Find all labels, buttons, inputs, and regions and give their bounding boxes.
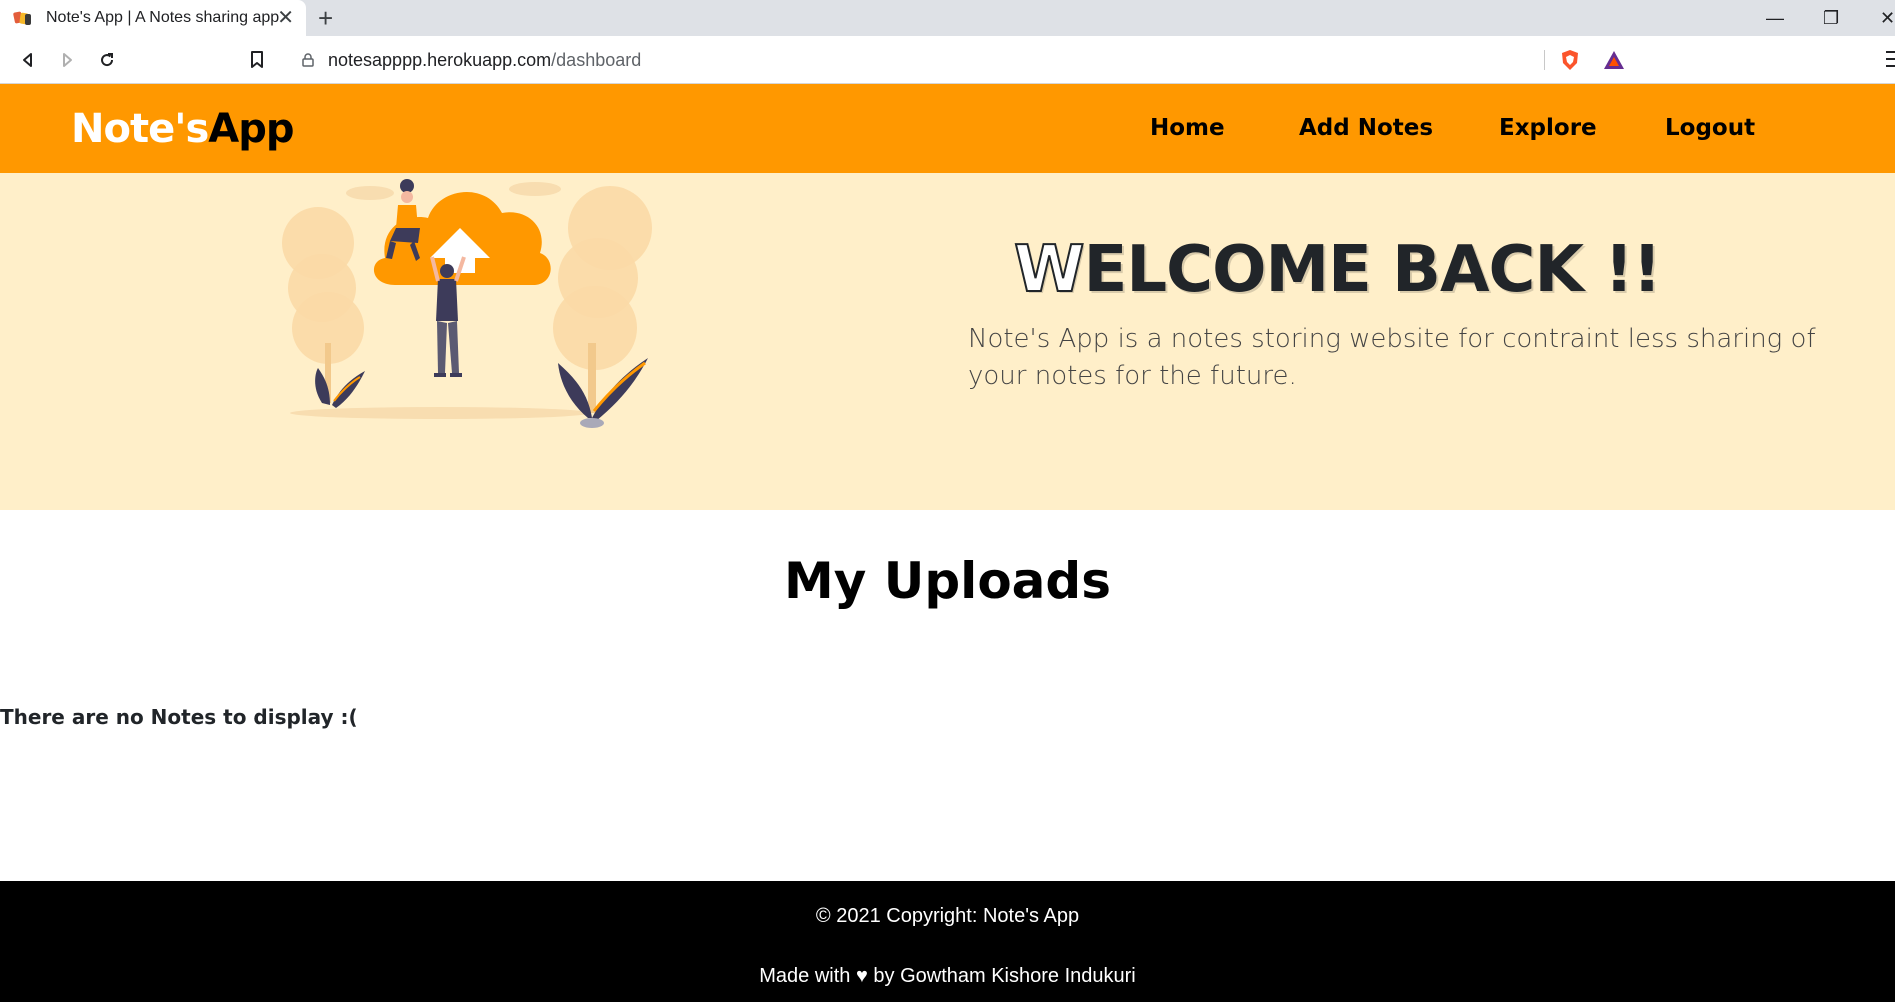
url-text: notesapppp.herokuapp.com/dashboard [328,50,642,70]
site-favicon-icon [12,10,34,26]
footer-credits: Made with ♥ by Gowtham Kishore Indukuri [759,965,1136,987]
brave-shield-icon[interactable] [1558,48,1582,72]
nav-link-add-notes[interactable]: Add Notes [1299,115,1433,141]
welcome-hero: WELCOME BACK !! Note's App is a notes st… [0,173,1895,510]
reload-icon[interactable] [93,46,121,74]
brand-logo[interactable]: Note'sApp [71,106,295,152]
browser-tab[interactable]: Note's App | A Notes sharing app ✕ [0,0,306,36]
tab-close-icon[interactable]: ✕ [277,6,294,30]
empty-notes-message: There are no Notes to display :( [0,705,358,729]
browser-tab-strip: Note's App | A Notes sharing app ✕ + — ❐… [0,0,1895,36]
window-close-button[interactable]: ✕ [1880,6,1895,30]
welcome-description: Note's App is a notes storing website fo… [968,324,1816,391]
nav-link-explore[interactable]: Explore [1499,115,1597,141]
nav-link-home[interactable]: Home [1150,115,1225,141]
tab-title: Note's App | A Notes sharing app [46,9,280,26]
forward-icon[interactable] [53,46,81,74]
nav-link-logout[interactable]: Logout [1665,115,1755,141]
brave-rewards-icon[interactable] [1602,49,1626,71]
back-icon[interactable] [14,46,42,74]
footer-copyright: © 2021 Copyright: Note's App [815,905,1080,927]
site-navbar: Note'sApp Home Add Notes Explore Logout [0,84,1895,173]
address-bar[interactable]: notesapppp.herokuapp.com/dashboard [286,42,1634,78]
cloud-upload-illustration [282,179,652,428]
new-tab-button[interactable]: + [318,4,333,32]
window-restore-button[interactable]: ❐ [1823,6,1839,30]
welcome-heading: WELCOME BACK !! [1013,232,1662,308]
lock-icon [302,53,314,67]
browser-menu-icon[interactable] [1884,48,1895,70]
my-uploads-heading: My Uploads [784,552,1111,610]
bookmark-icon[interactable] [243,46,271,74]
site-footer: © 2021 Copyright: Note's App Made with ♥… [0,881,1895,1002]
window-minimize-button[interactable]: — [1766,6,1784,30]
browser-toolbar: notesapppp.herokuapp.com/dashboard [0,36,1895,84]
